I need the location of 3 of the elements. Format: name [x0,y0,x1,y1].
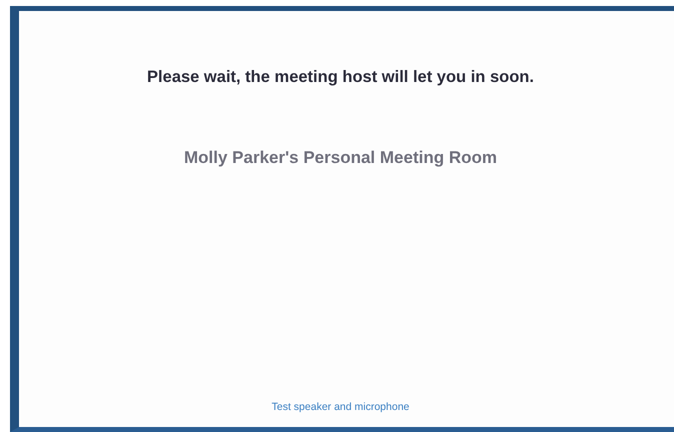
meeting-room-name: Molly Parker's Personal Meeting Room [184,148,497,168]
waiting-message: Please wait, the meeting host will let you in soon. [147,68,534,87]
test-audio-link[interactable]: Test speaker and microphone [272,401,410,413]
